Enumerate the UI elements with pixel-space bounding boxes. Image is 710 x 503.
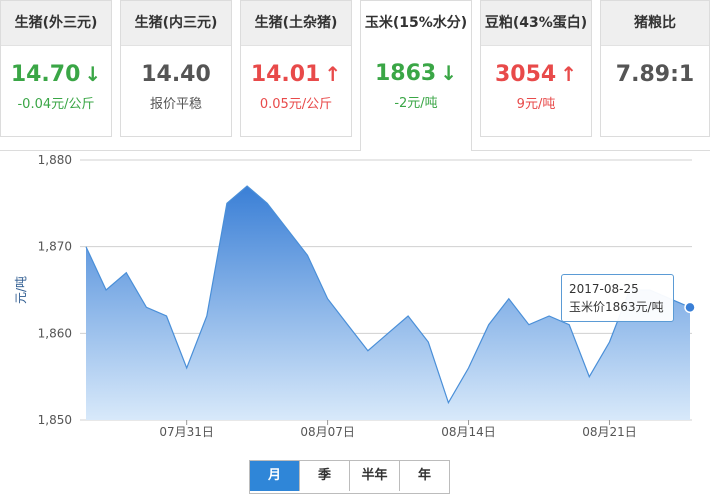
y-tick-label: 1,880 [38, 153, 72, 167]
card-change: -2元/吨 [394, 96, 438, 111]
range-tabs: 月 季 半年 年 [249, 460, 450, 494]
y-tick-label: 1,870 [38, 240, 72, 254]
highlight-point[interactable] [684, 301, 696, 314]
card-title: 玉米(15%水分) [361, 1, 471, 45]
tab-month[interactable]: 月 [250, 461, 299, 491]
y-tick-label: 1,860 [38, 326, 72, 340]
arrow-down-icon: ↓ [440, 61, 457, 85]
tab-year[interactable]: 年 [399, 461, 449, 491]
tab-half-year[interactable]: 半年 [349, 461, 399, 491]
x-tick-label: 08月14日 [441, 425, 496, 439]
chart-tooltip: 2017-08-25 玉米价1863元/吨 [561, 274, 674, 322]
card-corn[interactable]: 玉米(15%水分) 1863 ↓ -2元/吨 [360, 0, 472, 151]
x-tick-label: 08月21日 [582, 425, 637, 439]
price-chart: 1,850 1,860 1,870 1,880 07月31日 08月07日 08月14日 0… [14, 153, 696, 439]
tab-quarter[interactable]: 季 [299, 461, 349, 491]
card-price: 1863 [375, 61, 437, 86]
tooltip-date: 2017-08-25 [569, 282, 639, 296]
y-tick-label: 1,850 [38, 413, 72, 427]
x-tick-label: 07月31日 [159, 425, 214, 439]
x-tick-label: 08月07日 [300, 425, 355, 439]
card-value: 1863 ↓ [361, 61, 471, 86]
tooltip-text: 玉米价1863元/吨 [569, 300, 664, 314]
y-axis-label: 元/吨 [14, 276, 28, 304]
